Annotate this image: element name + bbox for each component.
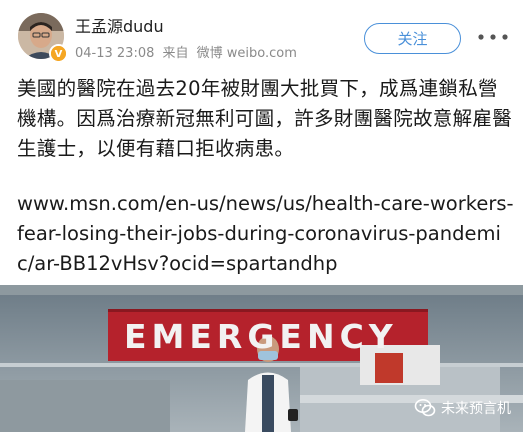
post-date[interactable]: 04-13 23:08 (75, 46, 154, 61)
post-image[interactable]: EMERGENCY 未来预言机 (0, 285, 523, 432)
emergency-sign-text: EMERGENCY (124, 317, 398, 356)
svg-text:V: V (55, 49, 63, 60)
post-meta: 04-13 23:08 来自 微博 weibo.com (75, 42, 301, 61)
watermark-text: 未来预言机 (441, 401, 511, 417)
verified-badge-icon: V (49, 44, 68, 63)
follow-button[interactable]: 关注 (364, 23, 461, 54)
more-dots-icon[interactable] (475, 27, 511, 47)
post-text: 美國的醫院在過去20年被財團大批買下，成爲連鎖私營機構。因爲治療新冠無利可圖，許… (17, 74, 517, 164)
source-prefix: 来自 (162, 46, 189, 61)
source-name: 微博 weibo.com (196, 46, 297, 61)
weibo-post: V 王孟源dudu 04-13 23:08 来自 微博 weibo.com 关注… (0, 0, 523, 432)
username[interactable]: 王孟源dudu (75, 13, 164, 37)
post-body: 美國的醫院在過去20年被財團大批買下，成爲連鎖私營機構。因爲治療新冠無利可圖，許… (17, 77, 513, 160)
watermark: 未来预言机 (414, 395, 511, 421)
wechat-icon (414, 397, 436, 419)
post-link[interactable]: www.msn.com/en-us/news/us/health-care-wo… (17, 189, 517, 279)
